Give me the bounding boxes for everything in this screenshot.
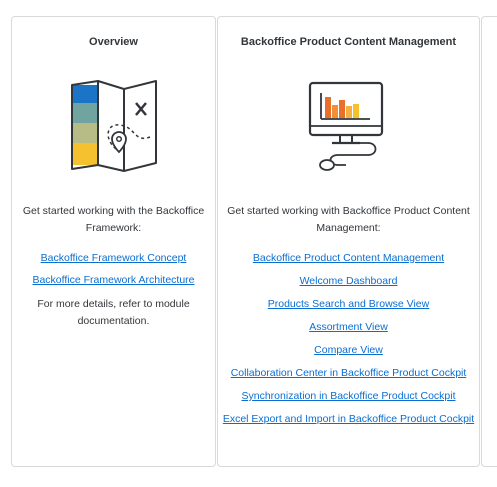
bpc-card: Backoffice Product Content Management Ge… [217, 16, 480, 467]
bpc-title: Backoffice Product Content Management [240, 36, 457, 48]
overview-more-info: For more details, refer to module docume… [37, 298, 190, 327]
link-compare-view[interactable]: Compare View [222, 344, 475, 356]
overview-title: Overview [89, 36, 138, 48]
link-assortment-view[interactable]: Assortment View [222, 321, 475, 333]
link-products-search-and-browse-view[interactable]: Products Search and Browse View [222, 298, 475, 310]
bpc-intro: Get started working with Backoffice Prod… [227, 205, 470, 234]
link-excel-export-import[interactable]: Excel Export and Import in Backoffice Pr… [222, 413, 475, 425]
link-backoffice-product-content-management[interactable]: Backoffice Product Content Management [222, 252, 475, 264]
link-collaboration-center[interactable]: Collaboration Center in Backoffice Produ… [222, 367, 475, 379]
bpc-links: Backoffice Product Content Management We… [222, 252, 475, 436]
overview-intro: Get started working with the Backoffice … [22, 205, 205, 234]
monitor-chart-icon [218, 79, 479, 189]
overview-links: Backoffice Framework Concept Backoffice … [16, 252, 211, 330]
link-welcome-dashboard[interactable]: Welcome Dashboard [222, 275, 475, 287]
next-card [481, 16, 497, 467]
link-synchronization[interactable]: Synchronization in Backoffice Product Co… [222, 390, 475, 402]
map-icon [12, 79, 215, 189]
tiles-container: Overview Get started working with the Ba… [0, 0, 497, 487]
overview-card: Overview Get started working with the Ba… [11, 16, 216, 467]
link-backoffice-framework-concept[interactable]: Backoffice Framework Concept [16, 252, 211, 264]
link-backoffice-framework-architecture[interactable]: Backoffice Framework Architecture [16, 274, 211, 286]
